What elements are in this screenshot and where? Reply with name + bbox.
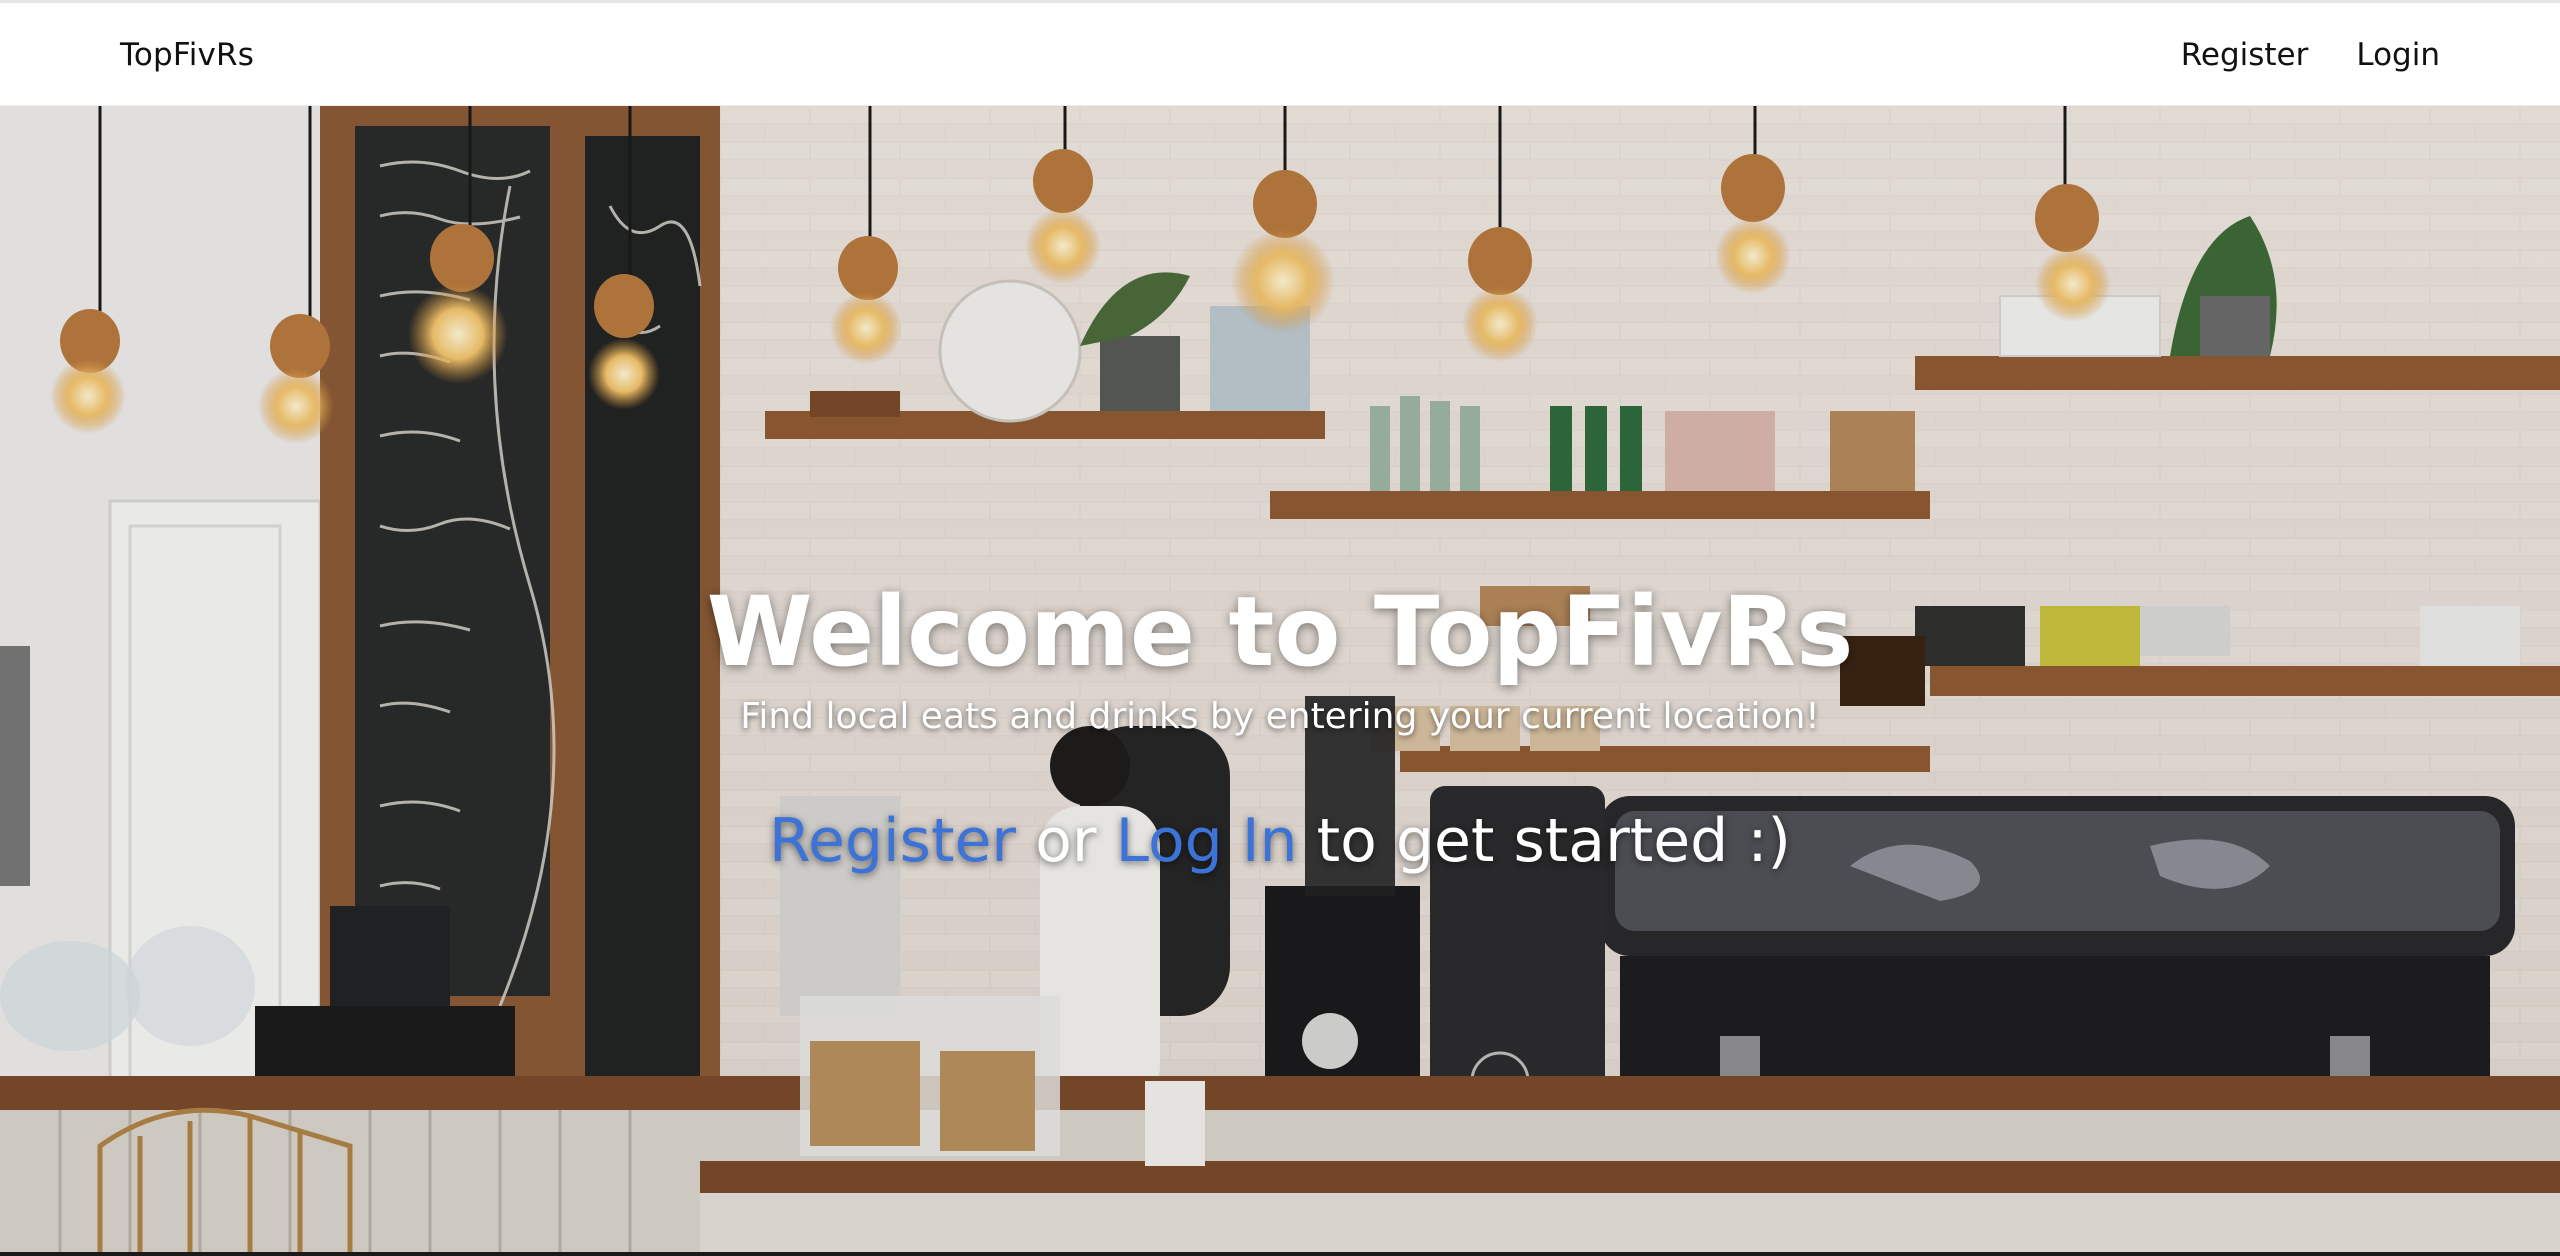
navbar: TopFivRs Register Login (0, 3, 2560, 106)
cta-suffix-text: to get started :) (1297, 806, 1791, 876)
nav-links: Register Login (2181, 37, 2440, 73)
hero-subtitle: Find local eats and drinks by entering y… (740, 696, 1820, 737)
bottom-border (0, 1252, 2560, 1256)
nav-login-link[interactable]: Login (2356, 37, 2440, 73)
cta-or-text: or (1016, 806, 1116, 876)
hero-section: Welcome to TopFivRs Find local eats and … (0, 106, 2560, 1256)
hero-title: Welcome to TopFivRs (706, 576, 1854, 688)
hero-cta: Register or Log In to get started :) (0, 806, 2560, 876)
nav-register-link[interactable]: Register (2181, 37, 2309, 73)
cta-register-link[interactable]: Register (769, 806, 1016, 876)
cta-login-link[interactable]: Log In (1116, 806, 1298, 876)
brand-link[interactable]: TopFivRs (120, 37, 254, 73)
hero-content: Welcome to TopFivRs Find local eats and … (0, 106, 2560, 1256)
